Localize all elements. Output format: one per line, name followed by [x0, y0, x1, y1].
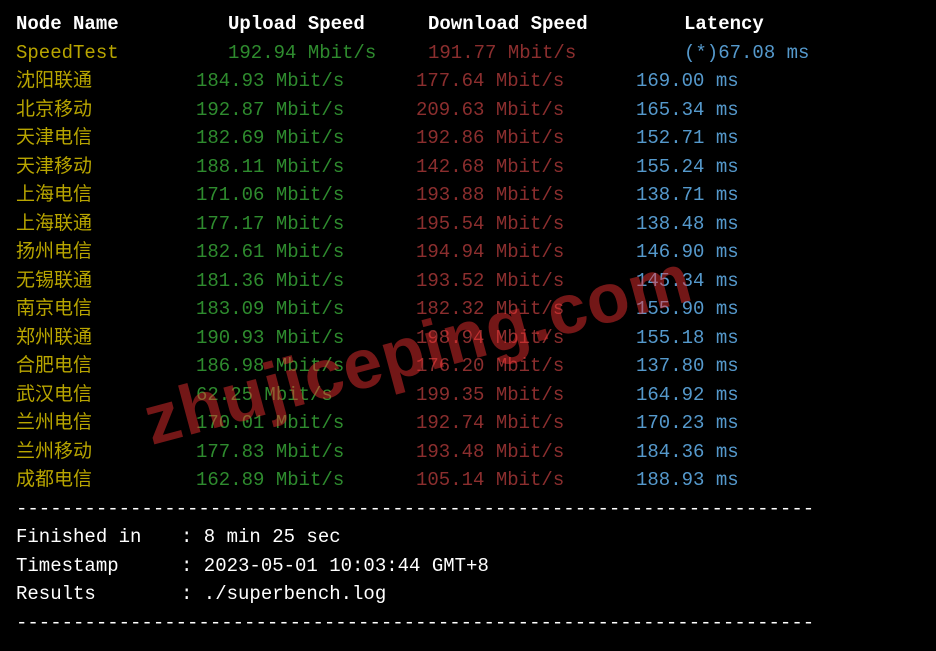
- latency: 138.48 ms: [636, 210, 836, 239]
- download-speed: 142.68 Mbit/s: [416, 153, 636, 182]
- node-name: 上海电信: [16, 181, 196, 210]
- download-speed: 177.64 Mbit/s: [416, 67, 636, 96]
- upload-speed: 183.09 Mbit/s: [196, 295, 416, 324]
- download-speed: 194.94 Mbit/s: [416, 238, 636, 267]
- upload-speed: 186.98 Mbit/s: [196, 352, 416, 381]
- finished-label: Finished in: [16, 523, 181, 552]
- timestamp-value: : 2023-05-01 10:03:44 GMT+8: [181, 552, 489, 581]
- latency: 146.90 ms: [636, 238, 836, 267]
- table-row: 无锡联通181.36 Mbit/s193.52 Mbit/s145.34 ms: [16, 267, 920, 296]
- table-row: 天津电信182.69 Mbit/s192.86 Mbit/s152.71 ms: [16, 124, 920, 153]
- latency: 145.34 ms: [636, 267, 836, 296]
- header-upload: Upload Speed: [196, 10, 416, 39]
- node-name: 南京电信: [16, 295, 196, 324]
- table-row: 兰州移动177.83 Mbit/s193.48 Mbit/s184.36 ms: [16, 438, 920, 467]
- upload-speed: 162.89 Mbit/s: [196, 466, 416, 495]
- table-row: 北京移动192.87 Mbit/s209.63 Mbit/s165.34 ms: [16, 96, 920, 125]
- latency: 170.23 ms: [636, 409, 836, 438]
- footer-timestamp: Timestamp : 2023-05-01 10:03:44 GMT+8: [16, 552, 920, 581]
- download-speed: 199.35 Mbit/s: [416, 381, 636, 410]
- node-name: 北京移动: [16, 96, 196, 125]
- latency: 152.71 ms: [636, 124, 836, 153]
- speedtest-name: SpeedTest: [16, 39, 196, 68]
- node-name: 郑州联通: [16, 324, 196, 353]
- download-speed: 105.14 Mbit/s: [416, 466, 636, 495]
- timestamp-label: Timestamp: [16, 552, 181, 581]
- table-row: 郑州联通190.93 Mbit/s198.94 Mbit/s155.18 ms: [16, 324, 920, 353]
- upload-speed: 182.61 Mbit/s: [196, 238, 416, 267]
- node-name: 武汉电信: [16, 381, 196, 410]
- upload-speed: 171.06 Mbit/s: [196, 181, 416, 210]
- node-name: 上海联通: [16, 210, 196, 239]
- node-name: 成都电信: [16, 466, 196, 495]
- upload-speed: 62.25 Mbit/s: [196, 381, 416, 410]
- table-row: 成都电信162.89 Mbit/s105.14 Mbit/s188.93 ms: [16, 466, 920, 495]
- speedtest-download: 191.77 Mbit/s: [416, 39, 636, 68]
- download-speed: 195.54 Mbit/s: [416, 210, 636, 239]
- table-row: 兰州电信170.01 Mbit/s192.74 Mbit/s170.23 ms: [16, 409, 920, 438]
- download-speed: 176.20 Mbit/s: [416, 352, 636, 381]
- speedtest-latency: (*)67.08 ms: [636, 39, 836, 68]
- download-speed: 192.86 Mbit/s: [416, 124, 636, 153]
- speedtest-row: SpeedTest 192.94 Mbit/s 191.77 Mbit/s (*…: [16, 39, 920, 68]
- table-row: 南京电信183.09 Mbit/s182.32 Mbit/s155.90 ms: [16, 295, 920, 324]
- results-value: : ./superbench.log: [181, 580, 386, 609]
- header-node: Node Name: [16, 10, 196, 39]
- footer-results: Results : ./superbench.log: [16, 580, 920, 609]
- latency: 184.36 ms: [636, 438, 836, 467]
- node-name: 无锡联通: [16, 267, 196, 296]
- download-speed: 193.52 Mbit/s: [416, 267, 636, 296]
- table-row: 合肥电信186.98 Mbit/s176.20 Mbit/s137.80 ms: [16, 352, 920, 381]
- table-row: 上海电信171.06 Mbit/s193.88 Mbit/s138.71 ms: [16, 181, 920, 210]
- table-row: 天津移动188.11 Mbit/s142.68 Mbit/s155.24 ms: [16, 153, 920, 182]
- header-latency: Latency: [636, 10, 836, 39]
- upload-speed: 177.83 Mbit/s: [196, 438, 416, 467]
- table-row: 上海联通177.17 Mbit/s195.54 Mbit/s138.48 ms: [16, 210, 920, 239]
- latency: 164.92 ms: [636, 381, 836, 410]
- table-row: 沈阳联通184.93 Mbit/s177.64 Mbit/s169.00 ms: [16, 67, 920, 96]
- upload-speed: 181.36 Mbit/s: [196, 267, 416, 296]
- download-speed: 193.48 Mbit/s: [416, 438, 636, 467]
- download-speed: 193.88 Mbit/s: [416, 181, 636, 210]
- upload-speed: 190.93 Mbit/s: [196, 324, 416, 353]
- latency: 138.71 ms: [636, 181, 836, 210]
- header-download: Download Speed: [416, 10, 636, 39]
- divider-bottom: ----------------------------------------…: [16, 609, 920, 638]
- footer-finished: Finished in : 8 min 25 sec: [16, 523, 920, 552]
- download-speed: 198.94 Mbit/s: [416, 324, 636, 353]
- upload-speed: 182.69 Mbit/s: [196, 124, 416, 153]
- latency: 165.34 ms: [636, 96, 836, 125]
- latency: 169.00 ms: [636, 67, 836, 96]
- table-row: 武汉电信62.25 Mbit/s199.35 Mbit/s164.92 ms: [16, 381, 920, 410]
- latency: 155.18 ms: [636, 324, 836, 353]
- upload-speed: 184.93 Mbit/s: [196, 67, 416, 96]
- table-row: 扬州电信182.61 Mbit/s194.94 Mbit/s146.90 ms: [16, 238, 920, 267]
- latency: 155.24 ms: [636, 153, 836, 182]
- latency: 155.90 ms: [636, 295, 836, 324]
- node-name: 兰州电信: [16, 409, 196, 438]
- upload-speed: 192.87 Mbit/s: [196, 96, 416, 125]
- download-speed: 192.74 Mbit/s: [416, 409, 636, 438]
- node-name: 沈阳联通: [16, 67, 196, 96]
- node-name: 兰州移动: [16, 438, 196, 467]
- results-label: Results: [16, 580, 181, 609]
- speedtest-upload: 192.94 Mbit/s: [196, 39, 416, 68]
- latency: 137.80 ms: [636, 352, 836, 381]
- table-header: Node Name Upload Speed Download Speed La…: [16, 10, 920, 39]
- node-name: 天津电信: [16, 124, 196, 153]
- download-speed: 209.63 Mbit/s: [416, 96, 636, 125]
- upload-speed: 170.01 Mbit/s: [196, 409, 416, 438]
- latency: 188.93 ms: [636, 466, 836, 495]
- node-name: 合肥电信: [16, 352, 196, 381]
- finished-value: : 8 min 25 sec: [181, 523, 341, 552]
- node-name: 扬州电信: [16, 238, 196, 267]
- upload-speed: 188.11 Mbit/s: [196, 153, 416, 182]
- divider: ----------------------------------------…: [16, 495, 920, 524]
- upload-speed: 177.17 Mbit/s: [196, 210, 416, 239]
- download-speed: 182.32 Mbit/s: [416, 295, 636, 324]
- node-name: 天津移动: [16, 153, 196, 182]
